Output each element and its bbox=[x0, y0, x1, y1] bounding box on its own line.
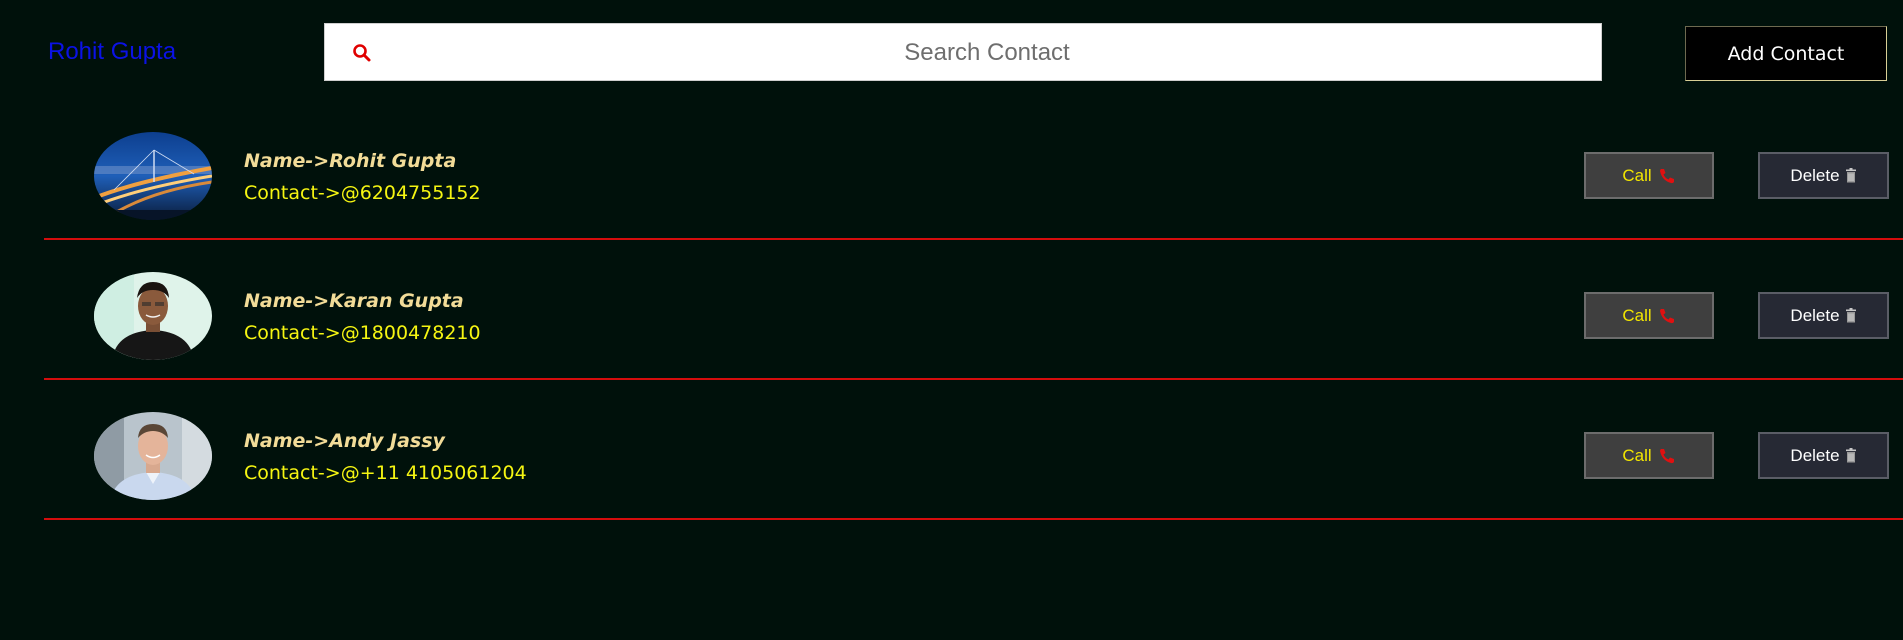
call-button-label: Call bbox=[1622, 305, 1652, 325]
phone-icon bbox=[1658, 307, 1676, 325]
contact-info: Name->Andy Jassy Contact->@+11 410506120… bbox=[244, 428, 527, 486]
search-bar[interactable] bbox=[324, 23, 1602, 82]
delete-button-label: Delete bbox=[1790, 305, 1840, 325]
call-button-label: Call bbox=[1622, 165, 1652, 185]
trash-icon bbox=[1845, 308, 1857, 323]
contacts-page: Rohit Gupta Add Contact bbox=[0, 0, 1903, 640]
contact-row: Name->Andy Jassy Contact->@+11 410506120… bbox=[44, 380, 1903, 520]
contact-list: Name->Rohit Gupta Contact->@6204755152 C… bbox=[44, 100, 1903, 520]
delete-button-label: Delete bbox=[1790, 445, 1840, 465]
delete-button[interactable]: Delete bbox=[1758, 292, 1889, 339]
contact-name: Name->Rohit Gupta bbox=[244, 150, 457, 172]
contact-number: Contact->@1800478210 bbox=[244, 322, 481, 344]
contact-name: Name->Andy Jassy bbox=[244, 430, 445, 452]
avatar bbox=[94, 412, 212, 500]
contact-number: Contact->@6204755152 bbox=[244, 182, 481, 204]
search-input[interactable] bbox=[385, 24, 1589, 82]
call-button[interactable]: Call bbox=[1584, 292, 1714, 339]
add-contact-button[interactable]: Add Contact bbox=[1685, 26, 1887, 81]
phone-icon bbox=[1658, 167, 1676, 185]
contact-number: Contact->@+11 4105061204 bbox=[244, 462, 527, 484]
contact-row: Name->Karan Gupta Contact->@1800478210 C… bbox=[44, 240, 1903, 380]
brand-title[interactable]: Rohit Gupta bbox=[48, 38, 176, 66]
avatar bbox=[94, 272, 212, 360]
phone-icon bbox=[1658, 447, 1676, 465]
trash-icon bbox=[1845, 168, 1857, 183]
call-button[interactable]: Call bbox=[1584, 432, 1714, 479]
contact-row: Name->Rohit Gupta Contact->@6204755152 C… bbox=[44, 100, 1903, 240]
delete-button-label: Delete bbox=[1790, 165, 1840, 185]
search-icon[interactable] bbox=[352, 43, 372, 63]
trash-icon bbox=[1845, 448, 1857, 463]
contact-info: Name->Karan Gupta Contact->@1800478210 bbox=[244, 288, 481, 346]
contact-name: Name->Karan Gupta bbox=[244, 290, 464, 312]
delete-button[interactable]: Delete bbox=[1758, 152, 1889, 199]
delete-button[interactable]: Delete bbox=[1758, 432, 1889, 479]
call-button-label: Call bbox=[1622, 445, 1652, 465]
avatar bbox=[94, 132, 212, 220]
contact-info: Name->Rohit Gupta Contact->@6204755152 bbox=[244, 148, 481, 206]
call-button[interactable]: Call bbox=[1584, 152, 1714, 199]
